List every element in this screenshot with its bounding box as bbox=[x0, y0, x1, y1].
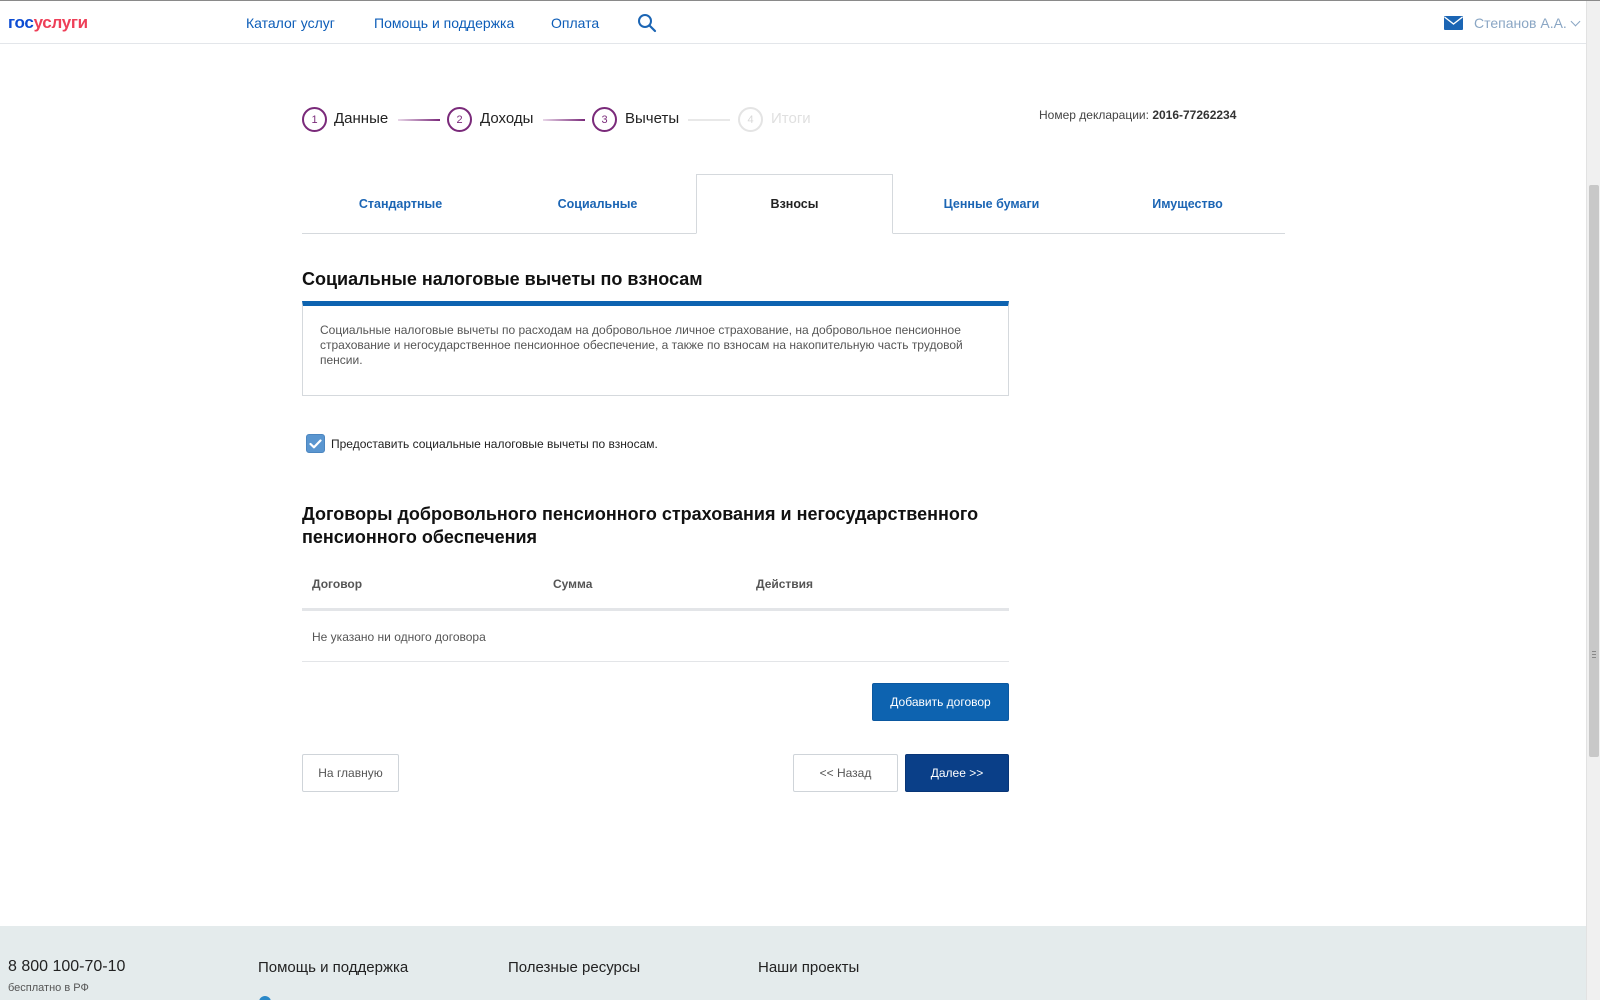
user-menu[interactable]: Степанов А.А. bbox=[1474, 15, 1581, 31]
column-header-contract: Договор bbox=[312, 577, 363, 591]
step-3-circle: 3 bbox=[592, 107, 617, 132]
step-connector-3 bbox=[688, 119, 730, 121]
column-header-actions: Действия bbox=[756, 577, 814, 591]
footer-bullet-icon bbox=[259, 996, 271, 1000]
declaration-value: 2016-77262234 bbox=[1152, 108, 1237, 122]
next-button[interactable]: Далее >> bbox=[905, 754, 1009, 792]
footer-projects-heading[interactable]: Наши проекты bbox=[758, 959, 859, 976]
footer-resources-heading[interactable]: Полезные ресурсы bbox=[508, 959, 640, 976]
scrollbar-grip-icon bbox=[1592, 651, 1596, 658]
footer-help-heading[interactable]: Помощь и поддержка bbox=[258, 959, 408, 976]
step-1-label: Данные bbox=[334, 110, 389, 127]
step-1-circle: 1 bbox=[302, 107, 327, 132]
contracts-title: Договоры добровольного пенсионного страх… bbox=[302, 504, 979, 547]
declaration-number: Номер декларации: 2016-77262234 bbox=[1039, 108, 1236, 122]
site-header: госуслуги Каталог услуг Помощь и поддерж… bbox=[0, 1, 1586, 44]
scrollbar-thumb[interactable] bbox=[1589, 185, 1599, 757]
step-2-circle: 2 bbox=[447, 107, 472, 132]
table-header-divider bbox=[302, 608, 1009, 611]
step-3-label: Вычеты bbox=[625, 110, 680, 127]
empty-table-message: Не указано ни одного договора bbox=[312, 630, 486, 644]
declaration-label: Номер декларации: bbox=[1039, 108, 1149, 122]
checkmark-icon bbox=[309, 438, 322, 448]
table-row-divider bbox=[302, 661, 1009, 662]
tab-contributions[interactable]: Взносы bbox=[696, 174, 893, 234]
user-name: Степанов А.А. bbox=[1474, 15, 1567, 31]
site-footer: 8 800 100-70-10 бесплатно в РФ Помощь и … bbox=[0, 926, 1586, 1000]
add-contract-button[interactable]: Добавить договор bbox=[872, 683, 1009, 721]
tab-property[interactable]: Имущество bbox=[1089, 174, 1286, 234]
page-scrollbar[interactable] bbox=[1586, 1, 1600, 1000]
back-button[interactable]: << Назад bbox=[793, 754, 898, 792]
mail-icon[interactable] bbox=[1444, 16, 1463, 30]
info-box: Социальные налоговые вычеты по расходам … bbox=[302, 301, 1009, 396]
step-4-circle: 4 bbox=[738, 107, 763, 132]
support-phone[interactable]: 8 800 100-70-10 bbox=[8, 958, 125, 976]
nav-payment-link[interactable]: Оплата bbox=[551, 15, 599, 31]
nav-help-link[interactable]: Помощь и поддержка bbox=[374, 15, 514, 31]
tab-standard[interactable]: Стандартные bbox=[302, 174, 499, 234]
contributions-checkbox-row[interactable]: Предоставить социальные налоговые вычеты… bbox=[306, 434, 658, 453]
contributions-checkbox-label: Предоставить социальные налоговые вычеты… bbox=[331, 436, 658, 451]
column-header-sum: Сумма bbox=[553, 577, 593, 591]
info-text: Социальные налоговые вычеты по расходам … bbox=[320, 323, 963, 367]
gosuslugi-logo[interactable]: госуслуги bbox=[8, 13, 88, 33]
section-title: Социальные налоговые вычеты по взносам bbox=[302, 269, 703, 289]
nav-catalog-link[interactable]: Каталог услуг bbox=[246, 15, 335, 31]
step-4-label: Итоги bbox=[771, 110, 811, 127]
step-2-label: Доходы bbox=[480, 110, 534, 127]
search-icon[interactable] bbox=[637, 13, 657, 33]
contributions-checkbox[interactable] bbox=[306, 434, 325, 453]
step-connector-2 bbox=[543, 119, 585, 121]
tab-securities[interactable]: Ценные бумаги bbox=[893, 174, 1090, 234]
tab-social[interactable]: Социальные bbox=[499, 174, 696, 234]
support-phone-note: бесплатно в РФ bbox=[8, 982, 89, 994]
home-button[interactable]: На главную bbox=[302, 754, 399, 792]
chevron-down-icon bbox=[1570, 16, 1581, 27]
step-connector-1 bbox=[398, 119, 440, 121]
